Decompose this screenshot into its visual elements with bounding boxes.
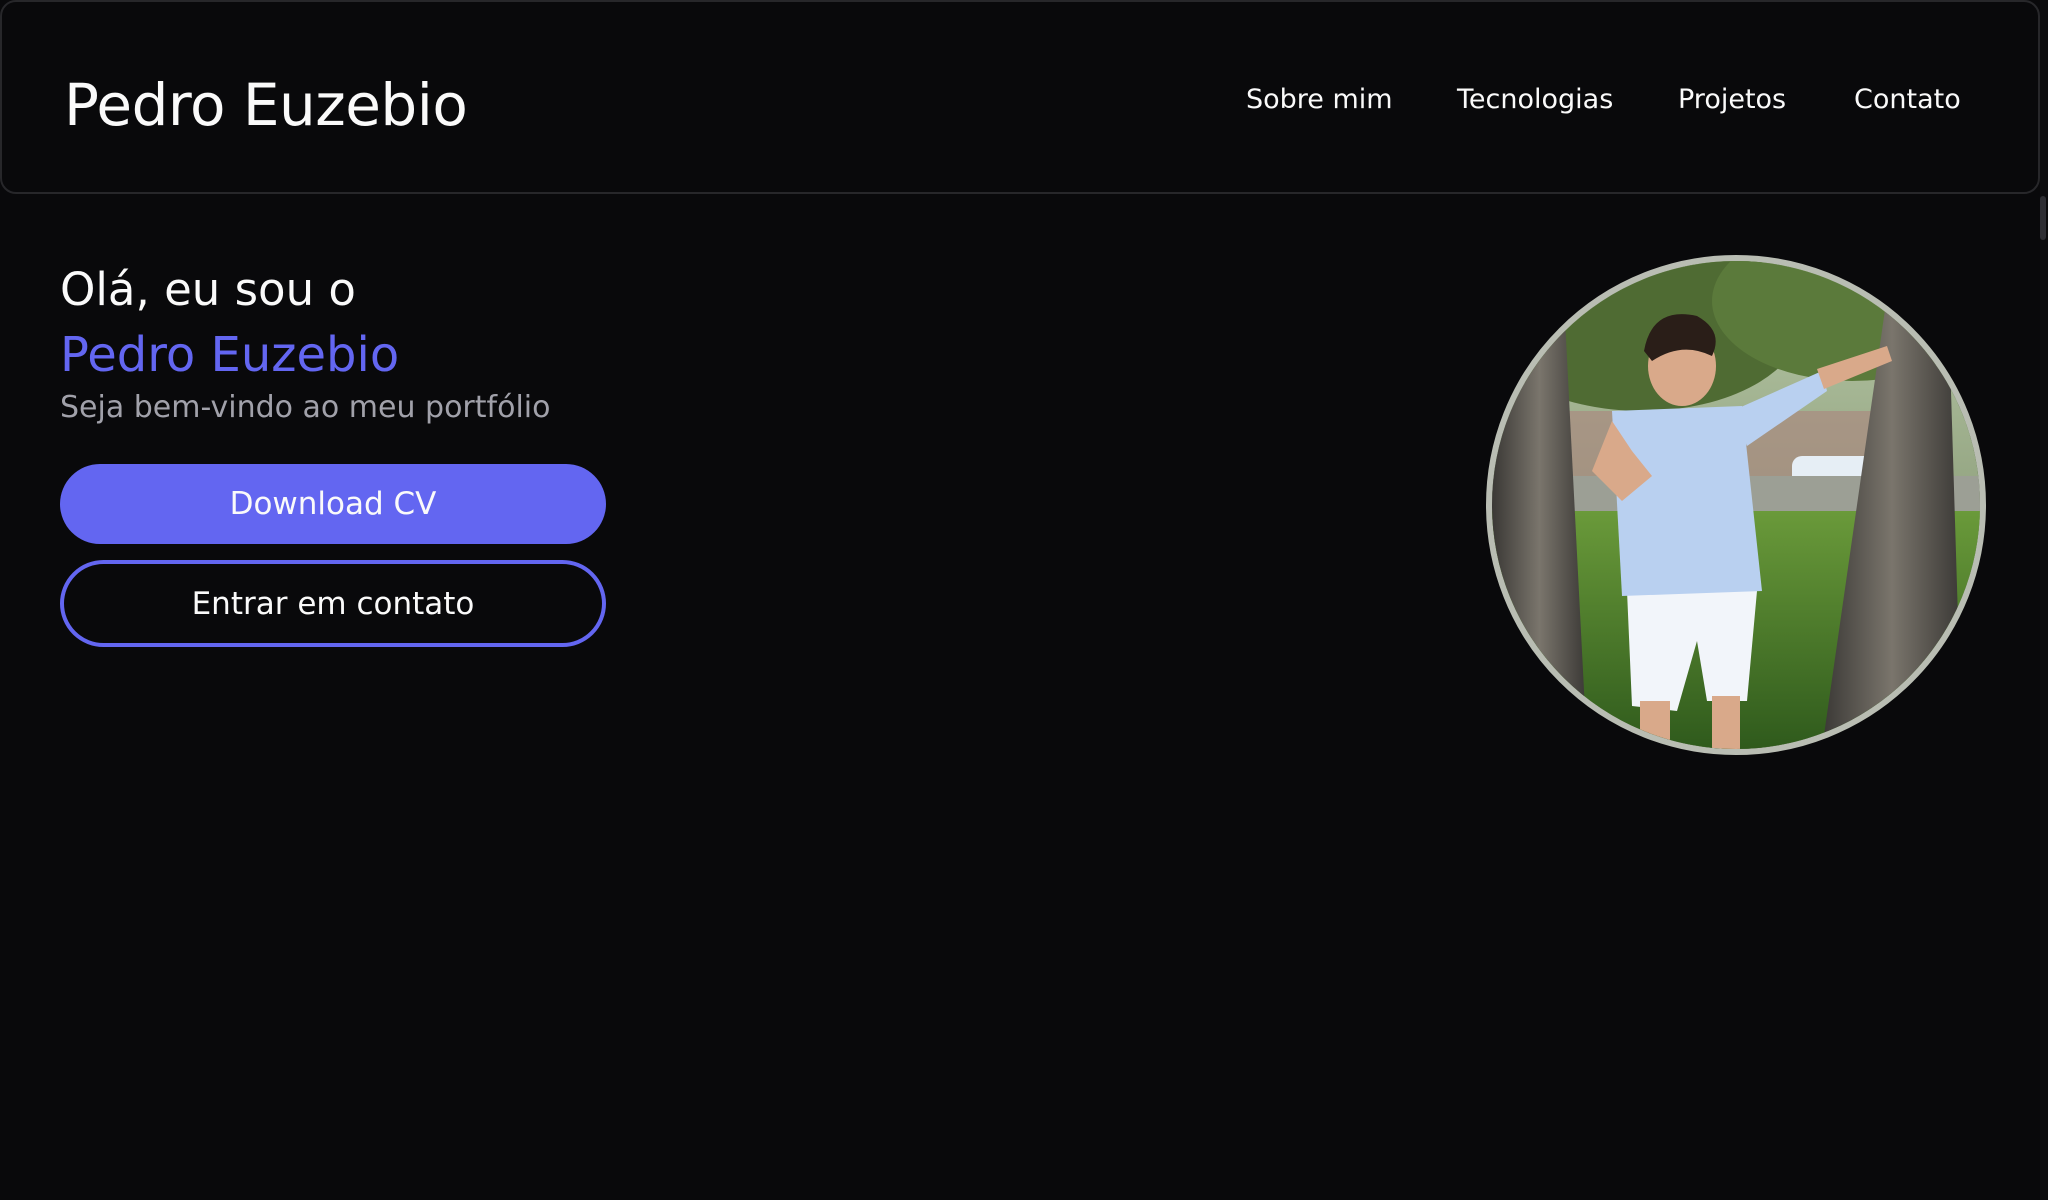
nav-link-projetos[interactable]: Projetos — [1678, 82, 1786, 118]
nav-link-sobre-mim[interactable]: Sobre mim — [1246, 82, 1393, 118]
nav-link-tecnologias[interactable]: Tecnologias — [1457, 82, 1613, 118]
nav-link-contato[interactable]: Contato — [1854, 82, 1961, 118]
site-logo[interactable]: Pedro Euzebio — [64, 70, 468, 140]
download-cv-button[interactable]: Download CV — [60, 464, 606, 544]
hero-subtitle: Seja bem-vindo ao meu portfólio — [60, 390, 551, 425]
page-scrollbar[interactable] — [2040, 0, 2048, 1200]
profile-photo-illustration — [1492, 261, 1980, 749]
contact-button[interactable]: Entrar em contato — [60, 560, 606, 647]
hero-name: Pedro Euzebio — [60, 327, 400, 383]
scrollbar-thumb[interactable] — [2040, 196, 2046, 240]
hero-greeting: Olá, eu sou o — [60, 263, 356, 316]
site-header: Pedro Euzebio Sobre mim Tecnologias Proj… — [0, 0, 2040, 194]
profile-photo — [1486, 255, 1986, 755]
